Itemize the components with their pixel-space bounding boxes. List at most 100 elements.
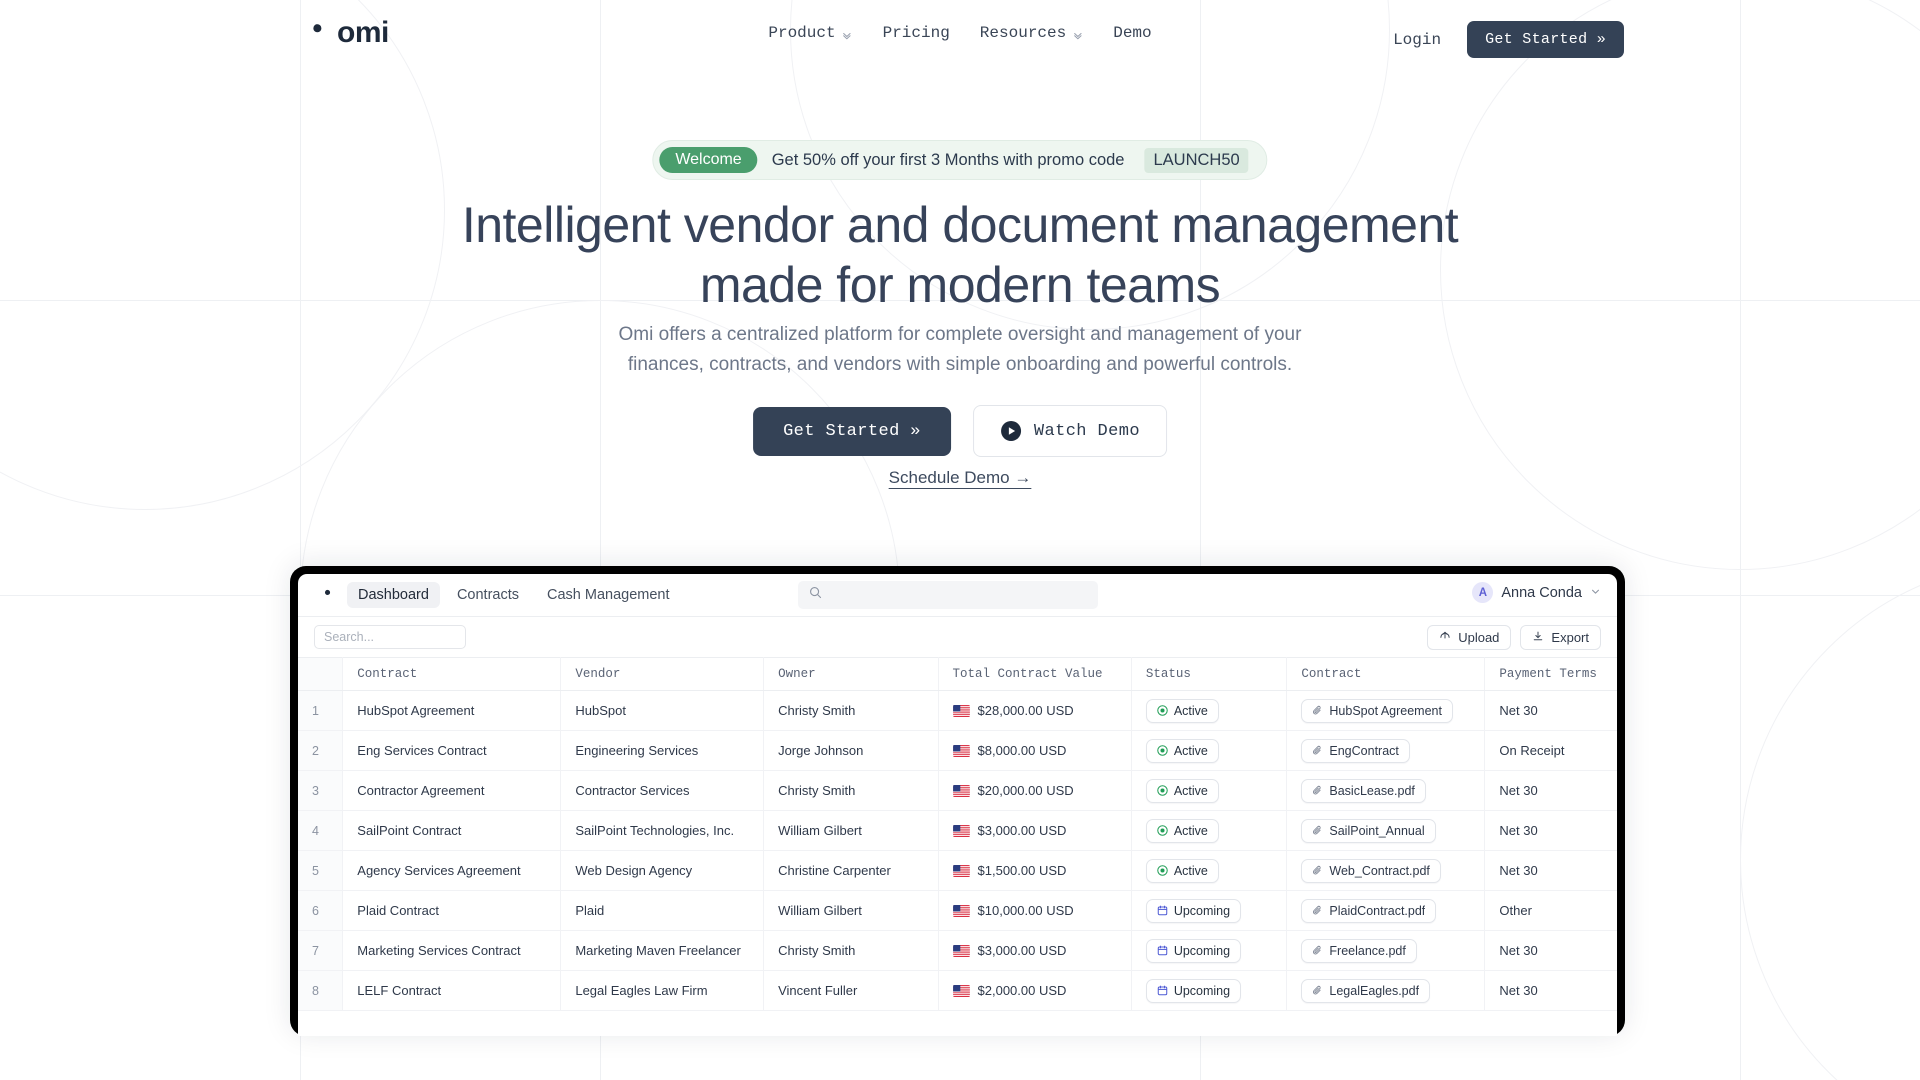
table-row[interactable]: 6 Plaid Contract Plaid William Gilbert $…: [298, 891, 1617, 931]
table-row[interactable]: 5 Agency Services Agreement Web Design A…: [298, 851, 1617, 891]
tab-cash-management[interactable]: Cash Management: [536, 582, 681, 608]
table-header: Contract Vendor Owner Total Contract Val…: [298, 658, 1617, 691]
status-badge[interactable]: Upcoming: [1146, 899, 1241, 923]
hero-cta-row: Get Started » Watch Demo: [753, 405, 1167, 457]
col-contract[interactable]: Contract: [343, 658, 561, 691]
cell-attachment: Freelance.pdf: [1287, 931, 1485, 971]
table-row[interactable]: 4 SailPoint Contract SailPoint Technolog…: [298, 811, 1617, 851]
watch-demo-button[interactable]: Watch Demo: [973, 405, 1167, 457]
table-row[interactable]: 3 Contractor Agreement Contractor Servic…: [298, 771, 1617, 811]
cell-contract: Plaid Contract: [343, 891, 561, 931]
status-badge[interactable]: Active: [1146, 819, 1219, 843]
cell-attachment: BasicLease.pdf: [1287, 771, 1485, 811]
us-flag-icon: [953, 985, 970, 997]
row-index: 7: [298, 931, 343, 971]
upload-button[interactable]: Upload: [1427, 625, 1511, 650]
app-tabs: Dashboard Contracts Cash Management: [347, 582, 681, 608]
omi-crescent-logo-icon: [314, 586, 333, 605]
attachment-chip[interactable]: LegalEagles.pdf: [1301, 979, 1430, 1003]
attachment-chip[interactable]: PlaidContract.pdf: [1301, 899, 1436, 923]
nav-item-pricing[interactable]: Pricing: [883, 24, 950, 42]
hero-get-started-button[interactable]: Get Started »: [753, 407, 951, 456]
cell-vendor: SailPoint Technologies, Inc.: [561, 811, 764, 851]
calendar-icon: [1157, 985, 1168, 996]
search-input[interactable]: Search...: [314, 625, 466, 649]
cell-vendor: Legal Eagles Law Firm: [561, 971, 764, 1011]
table-row[interactable]: 8 LELF Contract Legal Eagles Law Firm Vi…: [298, 971, 1617, 1011]
get-started-button[interactable]: Get Started »: [1467, 21, 1624, 58]
attachment-chip[interactable]: HubSpot Agreement: [1301, 699, 1453, 723]
attachment-chip[interactable]: Freelance.pdf: [1301, 939, 1416, 963]
cell-contract: Agency Services Agreement: [343, 851, 561, 891]
cell-value: $3,000.00 USD: [938, 931, 1131, 971]
col-status[interactable]: Status: [1131, 658, 1287, 691]
table-row[interactable]: 7 Marketing Services Contract Marketing …: [298, 931, 1617, 971]
avatar: A: [1472, 582, 1493, 603]
paperclip-icon: [1312, 905, 1323, 916]
nav-item-resources[interactable]: Resources: [980, 24, 1083, 42]
app-screen: Dashboard Contracts Cash Management A An…: [298, 574, 1617, 1036]
col-total-contract-value[interactable]: Total Contract Value: [938, 658, 1131, 691]
col-owner[interactable]: Owner: [764, 658, 938, 691]
paperclip-icon: [1312, 865, 1323, 876]
col-vendor[interactable]: Vendor: [561, 658, 764, 691]
app-toolbar: Search... Upload Export: [298, 617, 1617, 657]
tab-dashboard[interactable]: Dashboard: [347, 582, 440, 608]
status-badge[interactable]: Active: [1146, 699, 1219, 723]
attachment-chip[interactable]: Web_Contract.pdf: [1301, 859, 1441, 883]
cell-status: Active: [1131, 771, 1287, 811]
cell-status: Upcoming: [1131, 891, 1287, 931]
promo-code: LAUNCH50: [1144, 148, 1248, 173]
status-badge[interactable]: Upcoming: [1146, 939, 1241, 963]
user-menu[interactable]: A Anna Conda: [1472, 582, 1601, 603]
nav-item-demo[interactable]: Demo: [1113, 24, 1151, 42]
status-badge[interactable]: Active: [1146, 739, 1219, 763]
toolbar-actions: Upload Export: [1427, 625, 1601, 650]
row-index: 2: [298, 731, 343, 771]
hero-subtext: Omi offers a centralized platform for co…: [580, 320, 1340, 380]
search-icon: [809, 586, 822, 604]
brand-logo[interactable]: omi: [296, 18, 389, 48]
app-header-search[interactable]: [798, 581, 1098, 609]
circle-check-icon: [1157, 865, 1168, 876]
chevron-down-icon: [1590, 584, 1601, 602]
row-index: 1: [298, 691, 343, 731]
cell-vendor: Engineering Services: [561, 731, 764, 771]
cell-payment-terms: Other: [1485, 891, 1617, 931]
status-badge[interactable]: Active: [1146, 859, 1219, 883]
cell-attachment: HubSpot Agreement: [1287, 691, 1485, 731]
export-button[interactable]: Export: [1520, 625, 1601, 650]
cell-vendor: HubSpot: [561, 691, 764, 731]
cell-value: $8,000.00 USD: [938, 731, 1131, 771]
calendar-icon: [1157, 905, 1168, 916]
us-flag-icon: [953, 865, 970, 877]
cell-payment-terms: Net 30: [1485, 931, 1617, 971]
omi-crescent-logo-icon: [296, 18, 326, 48]
promo-banner[interactable]: Welcome Get 50% off your first 3 Months …: [652, 140, 1267, 180]
row-index: 3: [298, 771, 343, 811]
paperclip-icon: [1312, 825, 1323, 836]
login-link[interactable]: Login: [1393, 31, 1441, 49]
attachment-chip[interactable]: BasicLease.pdf: [1301, 779, 1425, 803]
nav-item-product[interactable]: Product: [768, 24, 852, 42]
cell-contract: Eng Services Contract: [343, 731, 561, 771]
col-contract-file[interactable]: Contract: [1287, 658, 1485, 691]
cell-status: Active: [1131, 691, 1287, 731]
col-payment-terms[interactable]: Payment Terms: [1485, 658, 1617, 691]
circle-check-icon: [1157, 825, 1168, 836]
chevron-down-icon: [842, 28, 853, 39]
schedule-demo-link[interactable]: Schedule Demo →: [889, 468, 1032, 488]
attachment-chip[interactable]: EngContract: [1301, 739, 1409, 763]
table-row[interactable]: 1 HubSpot Agreement HubSpot Christy Smit…: [298, 691, 1617, 731]
status-badge[interactable]: Active: [1146, 779, 1219, 803]
attachment-chip[interactable]: SailPoint_Annual: [1301, 819, 1435, 843]
row-index: 5: [298, 851, 343, 891]
paperclip-icon: [1312, 985, 1323, 996]
status-badge[interactable]: Upcoming: [1146, 979, 1241, 1003]
tab-contracts[interactable]: Contracts: [446, 582, 530, 608]
paperclip-icon: [1312, 705, 1323, 716]
nav-links: Product Pricing Resources Demo: [768, 24, 1151, 42]
table-row[interactable]: 2 Eng Services Contract Engineering Serv…: [298, 731, 1617, 771]
promo-badge: Welcome: [659, 147, 757, 173]
nav-item-label: Product: [768, 24, 835, 42]
